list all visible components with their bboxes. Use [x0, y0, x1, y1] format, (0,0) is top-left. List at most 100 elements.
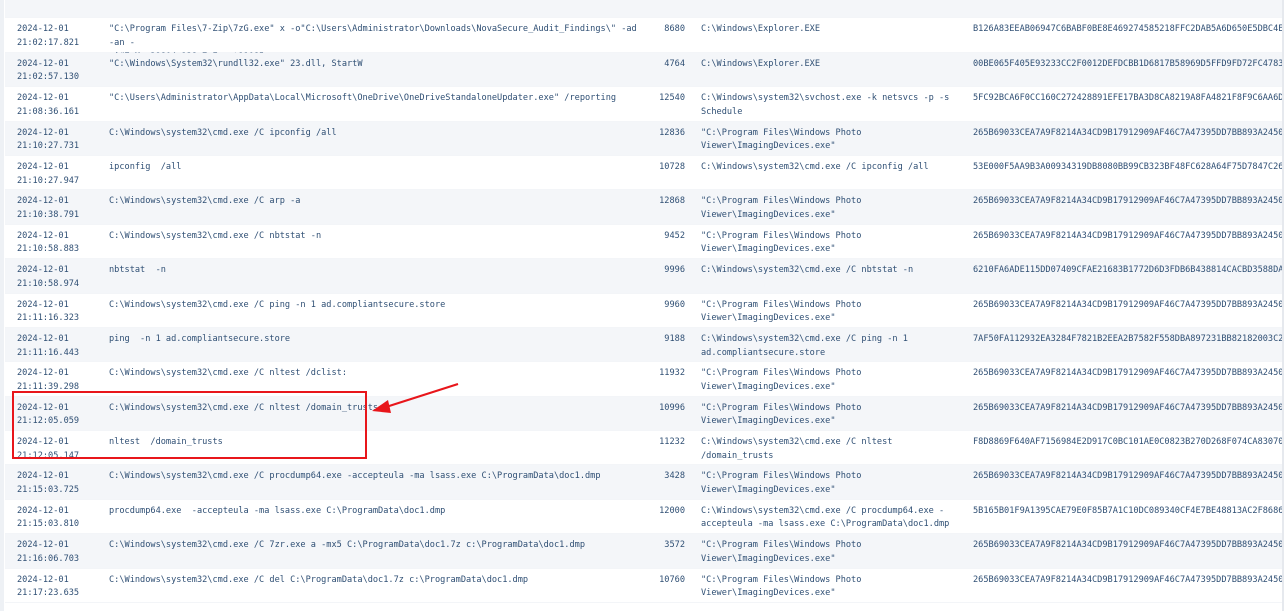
- hash-cell: 265B69033CEA7A9F8214A34CD9B17912909AF46C…: [973, 368, 1284, 379]
- hash-cell: 5FC92BCA6F0CC160C272428891EFE17BA3D8CA82…: [973, 93, 1284, 104]
- timestamp-cell: 2024-12-01 21:11:39.298: [17, 368, 80, 392]
- table-row[interactable]: 2024-12-01 21:11:16.443 ping -n 1 ad.comp…: [5, 327, 1284, 363]
- process-id-cell: 10760: [659, 574, 685, 585]
- timestamp-cell: 2024-12-01 21:02:57.130: [17, 58, 80, 83]
- parent-command-cell: "C:\Program Files\Windows Photo Viewer\I…: [701, 127, 862, 152]
- process-id-cell: 4764: [664, 58, 685, 69]
- hash-cell: 265B69033CEA7A9F8214A34CD9B17912909AF46C…: [973, 574, 1284, 585]
- hash-cell: 53E000F5AA9B3A00934319DB8080BB99CB323BF4…: [973, 161, 1284, 172]
- table-row[interactable]: 2024-12-01 21:15:03.810 procdump64.exe -a…: [5, 500, 1284, 535]
- command-line-cell: C:\Windows\system32\cmd.exe /C nbtstat -…: [109, 230, 322, 241]
- command-line-cell: nbtstat -n: [109, 265, 166, 276]
- command-line-cell: "C:\Windows\System32\rundll32.exe" 23.dl…: [109, 58, 363, 69]
- hash-cell: 265B69033CEA7A9F8214A34CD9B17912909AF46C…: [973, 196, 1284, 207]
- timestamp-cell: 2024-12-01 21:10:27.947: [17, 161, 80, 186]
- table-row[interactable]: 2024-12-01 21:15:03.725 C:\Windows\system…: [5, 465, 1284, 500]
- command-line-cell: C:\Windows\system32\cmd.exe /C nltest /d…: [109, 368, 347, 379]
- hash-cell: 6210FA6ADE115DD07409CFAE21683B1772D6D3FD…: [973, 265, 1284, 276]
- timestamp-cell: 2024-12-01 21:08:36.161: [17, 93, 80, 117]
- table-row[interactable]: 2024-12-01 21:11:39.298 C:\Windows\system…: [5, 362, 1284, 397]
- parent-command-cell: "C:\Program Files\Windows Photo Viewer\I…: [701, 540, 862, 564]
- timestamp-cell: 2024-12-01 21:12:05.147: [17, 437, 80, 461]
- process-id-cell: 9188: [664, 333, 685, 344]
- command-line-cell: C:\Windows\system32\cmd.exe /C 7zr.exe a…: [109, 540, 585, 551]
- hash-cell: 265B69033CEA7A9F8214A34CD9B17912909AF46C…: [973, 540, 1284, 551]
- hash-cell: 265B69033CEA7A9F8214A34CD9B17912909AF46C…: [973, 127, 1284, 138]
- command-line-cell: nltest /domain_trusts: [109, 437, 223, 448]
- table-row[interactable]: 2024-12-01 21:17:23.635 C:\Windows\system…: [5, 569, 1284, 604]
- command-line-cell: C:\Windows\system32\cmd.exe /C procdump6…: [109, 471, 601, 482]
- timestamp-cell: 2024-12-01 21:10:58.883: [17, 230, 80, 255]
- timestamp-cell: 21:02:08.097: [17, 0, 97, 3]
- command-line-cell: 458a-a354-715610a075e6} -Embedding: [109, 0, 644, 3]
- table-row[interactable]: 2024-12-01 21:10:38.791 C:\Windows\system…: [5, 190, 1284, 225]
- table-row[interactable]: 2024-12-01 21:16:06.703 C:\Windows\system…: [5, 534, 1284, 569]
- command-line-cell: C:\Windows\system32\cmd.exe /C ipconfig …: [109, 127, 337, 138]
- process-id-cell: 12868: [659, 196, 685, 207]
- timestamp-cell: 2024-12-01 21:12:05.059: [17, 402, 80, 427]
- parent-command-cell: C:\Windows\system32\svchost.exe -k netsv…: [701, 93, 950, 117]
- parent-command-cell: C:\Windows\Explorer.EXE: [701, 58, 820, 69]
- table-row[interactable]: 2024-12-01 21:11:16.323 C:\Windows\system…: [5, 294, 1284, 328]
- timestamp-cell: 2024-12-01 21:11:16.323: [17, 299, 80, 324]
- parent-command-cell: C:\Windows\system32\cmd.exe /C nltest /d…: [701, 437, 898, 461]
- left-edge-gutter: [0, 0, 4, 611]
- table-row[interactable]: 2024-12-01 21:10:27.731 C:\Windows\system…: [5, 121, 1284, 156]
- parent-command-cell: C:\Windows\system32\cmd.exe /C ping -n 1…: [701, 333, 908, 358]
- timestamp-cell: 2024-12-01 21:17:23.635: [17, 574, 80, 599]
- table-row[interactable]: 2024-12-01 21:10:27.947 ipconfig /all 1072…: [5, 156, 1284, 191]
- command-line-cell: C:\Windows\system32\cmd.exe /C arp -a: [109, 196, 301, 207]
- table-row[interactable]: 21:02:08.097 458a-a354-715610a075e6} -Emb…: [5, 0, 1284, 19]
- process-id-cell: 8680: [664, 24, 685, 35]
- timestamp-cell: 2024-12-01 21:16:06.703: [17, 540, 80, 564]
- command-line-cell: procdump64.exe -accepteula -ma lsass.exe…: [109, 505, 446, 516]
- hash-cell: 265B69033CEA7A9F8214A34CD9B17912909AF46C…: [973, 471, 1284, 482]
- process-id-cell: 9996: [664, 265, 685, 276]
- table-row[interactable]: 2024-12-01 21:10:58.883 C:\Windows\system…: [5, 225, 1284, 260]
- timestamp-cell: 2024-12-01 21:15:03.810: [17, 505, 80, 530]
- process-id-cell: 10728: [659, 161, 685, 172]
- command-line-cell: C:\Windows\system32\cmd.exe /C ping -n 1…: [109, 299, 446, 310]
- hash-cell: 5B165B01F9A1395CAE79E0F85B7A1C10DC089340…: [973, 505, 1284, 516]
- table-row[interactable]: 2024-12-01 21:12:05.059 C:\Windows\system…: [5, 396, 1284, 432]
- process-id-cell: 3428: [664, 471, 685, 482]
- timestamp-cell: 2024-12-01 21:10:58.974: [17, 265, 80, 289]
- hash-cell: 7AF50FA112932EA3284F7821B2EEA2B7582F558D…: [973, 333, 1284, 344]
- timestamp-cell: 2024-12-01 21:10:38.791: [17, 196, 80, 220]
- table-row[interactable]: 2024-12-01 21:12:05.147 nltest /domain_tr…: [5, 431, 1284, 466]
- timestamp-cell: 2024-12-01 21:10:27.731: [17, 127, 80, 152]
- command-line-cell: ipconfig /all: [109, 161, 182, 172]
- parent-command-cell: C:\Windows\Explorer.EXE: [701, 24, 820, 35]
- process-id-cell: 10996: [659, 402, 685, 413]
- command-line-cell: C:\Windows\system32\cmd.exe /C del C:\Pr…: [109, 574, 529, 585]
- parent-command-cell: C:\Windows\system32\cmd.exe /C nbtstat -…: [701, 265, 914, 276]
- process-id-cell: 11932: [659, 368, 685, 379]
- hash-cell: 265B69033CEA7A9F8214A34CD9B17912909AF46C…: [973, 230, 1284, 241]
- parent-command-cell: "C:\Program Files\Windows Photo Viewer\I…: [701, 368, 862, 392]
- parent-command-cell: "C:\Program Files\Windows Photo Viewer\I…: [701, 471, 862, 496]
- timestamp-cell: 2024-12-01 21:02:17.821: [17, 24, 80, 48]
- hash-cell: 00BE065F405E93233CC2F0012DEFDCBB1D6817B5…: [973, 58, 1284, 69]
- process-id-cell: 9960: [664, 299, 685, 310]
- timestamp-cell: 2024-12-01 21:15:03.725: [17, 471, 80, 496]
- parent-command-cell: "C:\Program Files\Windows Photo Viewer\I…: [701, 230, 862, 255]
- process-id-cell: 12836: [659, 127, 685, 138]
- parent-command-cell: "C:\Program Files\Windows Photo Viewer\I…: [701, 196, 862, 220]
- parent-command-cell: C:\Windows\system32\cmd.exe /C procdump6…: [701, 505, 950, 530]
- hash-cell: 265B69033CEA7A9F8214A34CD9B17912909AF46C…: [973, 402, 1284, 413]
- table-row[interactable]: 2024-12-01 21:10:58.974 nbtstat -n 9996 C:\…: [5, 259, 1284, 294]
- timestamp-cell: 2024-12-01 21:11:16.443: [17, 333, 80, 358]
- process-events-table: 21:02:08.097 458a-a354-715610a075e6} -Emb…: [5, 0, 1284, 604]
- parent-command-cell: "C:\Program Files\Windows Photo Viewer\I…: [701, 299, 862, 324]
- parent-command-cell: "C:\Program Files\Windows Photo Viewer\I…: [701, 574, 862, 599]
- table-row[interactable]: 2024-12-01 21:08:36.161 "C:\Users\Adminis…: [5, 87, 1284, 122]
- command-line-cell: "C:\Users\Administrator\AppData\Local\Mi…: [109, 93, 617, 104]
- process-id-cell: 11232: [659, 437, 685, 448]
- hash-cell: F8D8869F640AF7156984E2D917C0BC101AE0C082…: [973, 437, 1284, 448]
- table-row[interactable]: 2024-12-01 21:02:57.130 "C:\Windows\Syste…: [5, 52, 1284, 88]
- table-row[interactable]: 2024-12-01 21:02:17.821 "C:\Program Files…: [5, 18, 1284, 62]
- command-line-cell: C:\Windows\system32\cmd.exe /C nltest /d…: [109, 402, 379, 413]
- process-id-cell: 9452: [664, 230, 685, 241]
- process-id-cell: 3572: [664, 540, 685, 551]
- parent-command-cell: "C:\Program Files\Windows Photo Viewer\I…: [701, 402, 862, 427]
